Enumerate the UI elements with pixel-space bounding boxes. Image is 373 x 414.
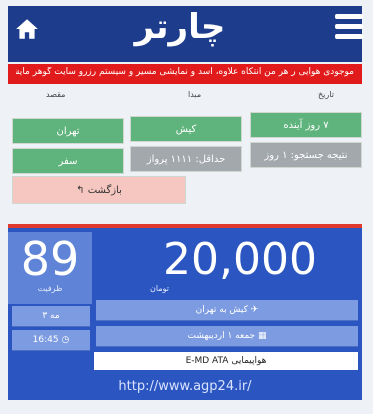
calendar-icon: ▦ xyxy=(257,331,267,341)
back-label: بازگشت xyxy=(87,185,122,196)
search-labels: مقصد مبدا تاریخ xyxy=(8,88,362,104)
date-label: تاریخ xyxy=(318,90,334,99)
price-unit: تومان xyxy=(150,284,169,293)
app-logo: چارتر xyxy=(134,7,227,47)
origin-select[interactable]: کیش xyxy=(130,116,242,142)
search-result-count: نتیجه جستجو: ۱ روز xyxy=(250,142,362,168)
notice-text: موجودی هوایی ر هر من انتکاه علاوه، اسد و… xyxy=(16,67,354,77)
date-text: جمعه ۱ اردیبهشت xyxy=(187,331,256,341)
flight-count: حداقل: ۱۱۱۱ پرواز xyxy=(130,146,242,172)
clock-icon: ◷ xyxy=(61,335,70,345)
destination-select[interactable]: تهران xyxy=(12,118,124,144)
airline-row: E-MD ATA هواپیمایی xyxy=(94,352,358,370)
notice-banner: موجودی هوایی ر هر من انتکاه علاوه، اسد و… xyxy=(8,64,362,84)
airline-code: E-MD ATA xyxy=(185,356,229,366)
date-select[interactable]: ۷ روز آینده xyxy=(250,112,362,138)
footer-url[interactable]: http://www.agp24.ir/ xyxy=(8,376,362,398)
route-info: ✈ کیش به تهران xyxy=(96,300,358,321)
extra-select[interactable]: سفر xyxy=(12,148,124,174)
back-button[interactable]: بازگشت ↰ xyxy=(12,176,186,204)
route-text: کیش به تهران xyxy=(195,305,248,315)
date-info: ▦ جمعه ۱ اردیبهشت xyxy=(96,326,358,347)
seats-label: ظرفیت xyxy=(37,284,63,293)
price-value: 20,000 xyxy=(163,234,317,285)
plane-icon: ✈ xyxy=(250,305,259,315)
airline-label: هواپیمایی xyxy=(231,356,267,366)
time-info: 16:45 ◷ xyxy=(12,330,90,351)
home-icon[interactable] xyxy=(14,16,40,42)
back-arrow-icon: ↰ xyxy=(76,185,85,196)
small-info: ۳ مه xyxy=(12,306,90,327)
destination-label: مقصد xyxy=(46,90,66,99)
time-text: 16:45 xyxy=(32,335,59,345)
seats-count: 89 xyxy=(20,232,80,286)
hamburger-menu-icon[interactable] xyxy=(335,14,363,40)
origin-label: مبدا xyxy=(188,90,202,99)
